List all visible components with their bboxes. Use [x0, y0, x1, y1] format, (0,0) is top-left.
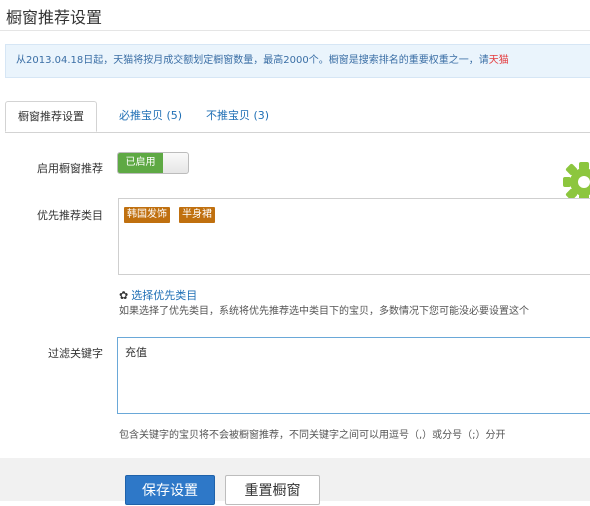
enable-label: 启用橱窗推荐: [37, 162, 103, 175]
notice-emphasis: 天猫: [488, 55, 509, 66]
divider: [0, 30, 590, 31]
priority-label: 优先推荐类目: [37, 209, 103, 222]
gear-icon: [563, 162, 590, 202]
category-tag[interactable]: 半身裙: [179, 207, 215, 223]
tab-window-settings[interactable]: 橱窗推荐设置: [5, 101, 97, 132]
category-box[interactable]: 韩国发饰 半身裙: [118, 198, 590, 275]
enable-toggle[interactable]: 已启用: [117, 152, 189, 174]
gear-icon: ✿: [119, 289, 129, 302]
tab-bar: 橱窗推荐设置 必推宝贝 (5) 不推宝贝 (3): [5, 101, 590, 133]
tab-must-recommend[interactable]: 必推宝贝 (5): [109, 101, 192, 132]
page-title: 橱窗推荐设置: [6, 8, 103, 27]
keyword-textarea[interactable]: 充值: [117, 337, 590, 414]
tab-not-recommend[interactable]: 不推宝贝 (3): [196, 101, 279, 132]
filter-label: 过滤关键字: [48, 347, 103, 360]
notice-text: 从2013.04.18日起，天猫将按月成交额划定橱窗数量，最高2000个。橱窗是…: [16, 55, 489, 66]
priority-hint: 如果选择了优先类目，系统将优先推荐选中类目下的宝贝，多数情况下您可能没必要设置这…: [119, 306, 529, 317]
choose-category-link[interactable]: ✿ 选择优先类目: [119, 287, 197, 303]
choose-category-label: 选择优先类目: [131, 289, 198, 302]
toggle-on-text: 已启用: [118, 153, 163, 173]
filter-hint: 包含关键字的宝贝将不会被橱窗推荐，不同关键字之间可以用逗号（,）或分号（;）分开: [119, 430, 506, 441]
category-tag[interactable]: 韩国发饰: [124, 207, 170, 223]
notice-banner: 从2013.04.18日起，天猫将按月成交额划定橱窗数量，最高2000个。橱窗是…: [5, 44, 590, 78]
